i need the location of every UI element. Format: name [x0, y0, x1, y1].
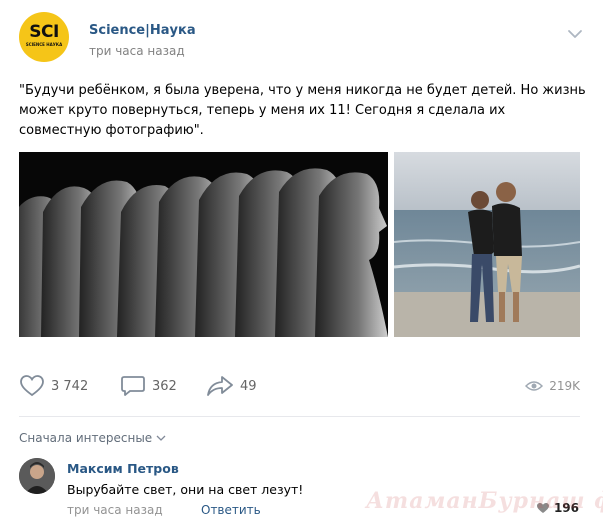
avatar-logo-text: SCI — [29, 22, 59, 42]
heart-icon — [20, 375, 44, 397]
avatar-logo-subtext: SCIENCE НАУКА — [25, 42, 63, 47]
comment-button[interactable]: 362 — [120, 372, 177, 400]
comment-text: Вырубайте свет, они на свет лезут! — [67, 482, 304, 497]
watermark: АтаманБурнаш фот.RU — [366, 488, 603, 514]
share-count: 49 — [240, 378, 257, 394]
comments-sort-label: Сначала интересные — [19, 431, 153, 445]
comment-count: 362 — [152, 378, 177, 394]
divider — [19, 416, 580, 417]
post-header: SCI SCIENCE НАУКА Science|Наука три часа… — [19, 12, 584, 62]
chevron-down-icon — [156, 435, 166, 441]
post-photo-couple[interactable] — [394, 152, 580, 337]
comments-sort-dropdown[interactable]: Сначала интересные — [19, 431, 167, 445]
community-avatar[interactable]: SCI SCIENCE НАУКА — [19, 12, 69, 62]
views-counter: 219K — [525, 372, 580, 400]
post-actions: 3 742 362 49 219K — [19, 372, 580, 400]
eye-icon — [525, 381, 544, 391]
share-icon — [207, 376, 233, 396]
post-author[interactable]: Science|Наука — [89, 23, 196, 38]
commenter-avatar[interactable] — [19, 458, 55, 494]
reply-button[interactable]: Ответить — [201, 503, 261, 517]
like-button[interactable]: 3 742 — [19, 372, 88, 400]
share-button[interactable]: 49 — [206, 372, 257, 400]
chevron-down-icon[interactable] — [566, 26, 584, 40]
views-count: 219K — [549, 379, 580, 393]
post-photo-children[interactable] — [19, 152, 388, 337]
comment-author[interactable]: Максим Петров — [67, 461, 179, 476]
comment-time[interactable]: три часа назад — [67, 503, 163, 517]
post-text: "Будучи ребёнком, я была уверена, что у … — [19, 83, 586, 138]
post-time[interactable]: три часа назад — [89, 44, 185, 58]
comment-icon — [121, 376, 145, 396]
like-count: 3 742 — [51, 378, 89, 394]
